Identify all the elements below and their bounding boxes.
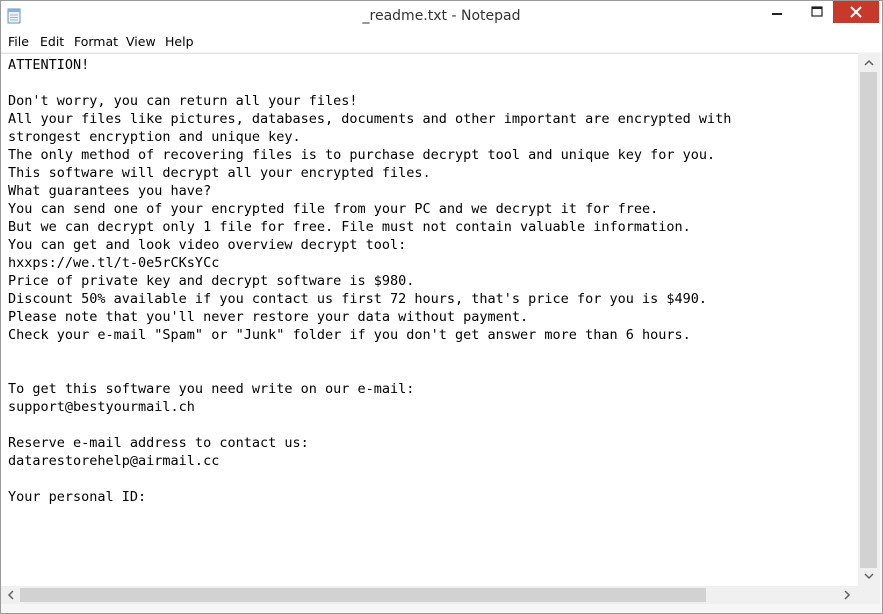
- text-line: Your personal ID:: [8, 489, 147, 505]
- horizontal-scrollbar[interactable]: [1, 586, 858, 604]
- text-line: Check your e-mail "Spam" or "Junk" folde…: [8, 327, 691, 343]
- vertical-scrollbar[interactable]: [858, 53, 880, 586]
- menu-bar: File Edit Format View Help: [1, 32, 882, 52]
- text-line: This software will decrypt all your encr…: [8, 165, 431, 181]
- chevron-up-icon[interactable]: [861, 55, 877, 71]
- text-line: All your files like pictures, databases,…: [8, 111, 732, 127]
- chevron-right-icon[interactable]: [839, 587, 855, 603]
- chevron-down-icon[interactable]: [861, 568, 877, 584]
- menu-help[interactable]: Help: [165, 34, 194, 49]
- menu-format[interactable]: Format: [74, 34, 118, 49]
- text-editor[interactable]: ATTENTION! Don't worry, you can return a…: [1, 53, 858, 587]
- menu-edit[interactable]: Edit: [40, 34, 64, 49]
- text-line: The only method of recovering files is t…: [8, 147, 716, 163]
- text-line: Please note that you'll never restore yo…: [8, 309, 529, 325]
- text-line: Price of private key and decrypt softwar…: [8, 273, 415, 289]
- close-icon: [850, 6, 862, 18]
- notepad-window: _readme.txt - Notepad File Edit Format V…: [0, 0, 883, 614]
- close-button[interactable]: [833, 1, 879, 23]
- text-line: Reserve e-mail address to contact us:: [8, 435, 309, 451]
- minimize-icon: [772, 13, 782, 15]
- text-line: You can get and look video overview decr…: [8, 237, 407, 253]
- minimize-button[interactable]: [764, 1, 790, 23]
- vertical-scroll-thumb[interactable]: [860, 72, 877, 568]
- text-line: strongest encryption and unique key.: [8, 129, 301, 145]
- text-line: ATTENTION!: [8, 57, 90, 73]
- text-line: You can send one of your encrypted file …: [8, 201, 659, 217]
- menu-file[interactable]: File: [8, 34, 29, 49]
- menu-view[interactable]: View: [126, 34, 156, 49]
- text-line: hxxps://we.tl/t-0e5rCKsYCc: [8, 255, 220, 271]
- text-line: datarestorehelp@airmail.cc: [8, 453, 220, 469]
- chevron-left-icon[interactable]: [3, 587, 19, 603]
- text-line: But we can decrypt only 1 file for free.…: [8, 219, 691, 235]
- text-line: support@bestyourmail.ch: [8, 399, 195, 415]
- horizontal-scroll-thumb[interactable]: [20, 588, 706, 602]
- text-line: To get this software you need write on o…: [8, 381, 415, 397]
- scrollbar-corner: [858, 586, 880, 604]
- text-line: Don't worry, you can return all your fil…: [8, 93, 358, 109]
- text-line: Discount 50% available if you contact us…: [8, 291, 707, 307]
- maximize-button[interactable]: [804, 1, 830, 23]
- text-line: What guarantees you have?: [8, 183, 212, 199]
- document-text[interactable]: ATTENTION! Don't worry, you can return a…: [8, 56, 731, 506]
- window-title: _readme.txt - Notepad: [362, 8, 521, 24]
- title-bar[interactable]: _readme.txt - Notepad: [1, 1, 882, 32]
